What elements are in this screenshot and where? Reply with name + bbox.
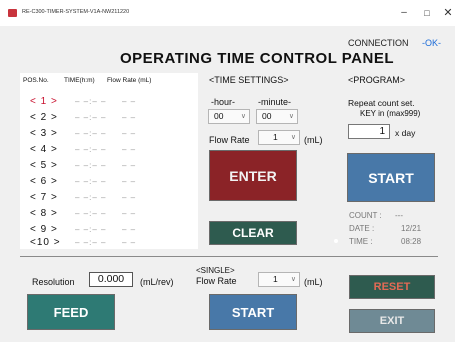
chevron-down-icon: ∨ — [290, 134, 296, 141]
row-pos: <10 > — [30, 237, 61, 248]
count-value: --- — [395, 211, 403, 220]
row-time: – –:– – — [75, 97, 107, 106]
row-time: – –:– – — [75, 161, 107, 170]
row-time: – –:– – — [75, 193, 107, 202]
enter-button[interactable]: ENTER — [209, 150, 297, 201]
connection-label: CONNECTION — [348, 38, 409, 48]
table-row[interactable]: < 7 > – –:– – – – — [20, 190, 198, 206]
minute-value: 00 — [262, 111, 272, 121]
row-pos: < 4 > — [30, 144, 58, 155]
clear-button[interactable]: CLEAR — [209, 221, 297, 245]
program-header: <PROGRAM> — [348, 75, 406, 85]
status-dot — [334, 239, 338, 243]
row-pos: < 1 > — [30, 96, 58, 107]
table-row[interactable]: < 6 > – –:– – – – — [20, 174, 198, 190]
row-time: – –:– – — [75, 145, 107, 154]
close-button[interactable]: ✕ — [437, 4, 455, 22]
flow-rate-value: 1 — [273, 132, 278, 142]
header-time: TIME(h:m) — [64, 77, 95, 84]
row-time: – –:– – — [75, 113, 107, 122]
single-flow-rate-select[interactable]: 1 ∨ — [258, 272, 300, 287]
row-time: – –:– – — [75, 238, 107, 247]
row-rate: – – — [122, 193, 137, 202]
row-rate: – – — [122, 145, 137, 154]
row-pos: < 3 > — [30, 128, 58, 139]
row-time: – –:– – — [75, 129, 107, 138]
table-row[interactable]: <10 > – –:– – – – — [20, 237, 198, 249]
app-window: RE-C300-TIMER-SYSTEM-V1A-NW211220 – □ ✕ … — [0, 0, 455, 342]
single-flow-rate-value: 1 — [273, 274, 278, 284]
table-row[interactable]: < 1 > – –:– – – – — [20, 94, 198, 110]
row-rate: – – — [122, 177, 137, 186]
minute-select[interactable]: 00 ∨ — [256, 109, 298, 124]
hour-label: -hour- — [211, 97, 236, 107]
row-pos: < 7 > — [30, 192, 58, 203]
row-rate: – – — [122, 225, 137, 234]
resolution-input[interactable]: 0.000 — [89, 272, 133, 287]
single-start-button[interactable]: START — [209, 294, 297, 330]
flow-rate-select[interactable]: 1 ∨ — [258, 130, 300, 145]
header-pos: POS.No. — [23, 77, 49, 84]
minimize-button[interactable]: – — [393, 4, 415, 22]
time-value: 08:28 — [401, 237, 422, 246]
maximize-button[interactable]: □ — [416, 4, 438, 22]
count-label: COUNT : — [349, 211, 382, 220]
title-bar: RE-C300-TIMER-SYSTEM-V1A-NW211220 – □ ✕ — [0, 0, 455, 26]
single-flow-rate-label: Flow Rate — [196, 276, 237, 286]
window-title: RE-C300-TIMER-SYSTEM-V1A-NW211220 — [22, 9, 130, 15]
hour-select[interactable]: 00 ∨ — [208, 109, 250, 124]
flow-rate-label: Flow Rate — [209, 135, 250, 145]
table-row[interactable]: < 3 > – –:– – – – — [20, 126, 198, 142]
hour-value: 00 — [214, 111, 224, 121]
row-rate: – – — [122, 209, 137, 218]
chevron-down-icon: ∨ — [240, 113, 246, 120]
time-settings-header: <TIME SETTINGS> — [209, 75, 289, 85]
row-pos: < 2 > — [30, 112, 58, 123]
row-rate: – – — [122, 129, 137, 138]
single-header: <SINGLE> — [196, 266, 235, 275]
row-rate: – – — [122, 97, 137, 106]
row-rate: – – — [122, 161, 137, 170]
row-time: – –:– – — [75, 209, 107, 218]
row-pos: < 8 > — [30, 208, 58, 219]
flow-rate-unit: (mL) — [304, 135, 323, 145]
header-rate: Flow Rate (mL) — [107, 77, 152, 84]
chevron-down-icon: ∨ — [290, 276, 296, 283]
table-row[interactable]: < 2 > – –:– – – – — [20, 110, 198, 126]
row-pos: < 5 > — [30, 160, 58, 171]
date-value: 12/21 — [401, 224, 422, 233]
row-time: – –:– – — [75, 177, 107, 186]
time-label: TIME : — [349, 237, 373, 246]
chevron-down-icon: ∨ — [288, 113, 294, 120]
key-in-label: KEY in (max999) — [360, 109, 421, 118]
row-rate: – – — [122, 238, 137, 247]
row-pos: < 6 > — [30, 176, 58, 187]
date-label: DATE : — [349, 224, 375, 233]
resolution-label: Resolution — [32, 277, 75, 287]
table-row[interactable]: < 5 > – –:– – – – — [20, 158, 198, 174]
table-row[interactable]: < 4 > – –:– – – – — [20, 142, 198, 158]
feed-button[interactable]: FEED — [27, 294, 115, 330]
app-icon — [8, 9, 17, 17]
resolution-unit: (mL/rev) — [140, 277, 174, 287]
repeat-count-input[interactable]: 1 — [348, 124, 390, 139]
program-start-button[interactable]: START — [347, 153, 435, 202]
x-day-label: x day — [395, 128, 416, 138]
exit-button[interactable]: EXIT — [349, 309, 435, 333]
connection-status: -OK- — [422, 38, 441, 48]
reset-button[interactable]: RESET — [349, 275, 435, 299]
table-row[interactable]: < 9 > – –:– – – – — [20, 222, 198, 238]
row-rate: – – — [122, 113, 137, 122]
repeat-count-label: Repeat count set. — [348, 98, 415, 108]
table-row[interactable]: < 8 > – –:– – – – — [20, 206, 198, 222]
page-title: OPERATING TIME CONTROL PANEL — [120, 50, 395, 67]
row-pos: < 9 > — [30, 224, 58, 235]
row-time: – –:– – — [75, 225, 107, 234]
single-flow-rate-unit: (mL) — [304, 277, 323, 287]
minute-label: -minute- — [258, 97, 292, 107]
position-table: POS.No. TIME(h:m) Flow Rate (mL) < 1 > –… — [20, 73, 198, 249]
divider — [20, 256, 438, 257]
